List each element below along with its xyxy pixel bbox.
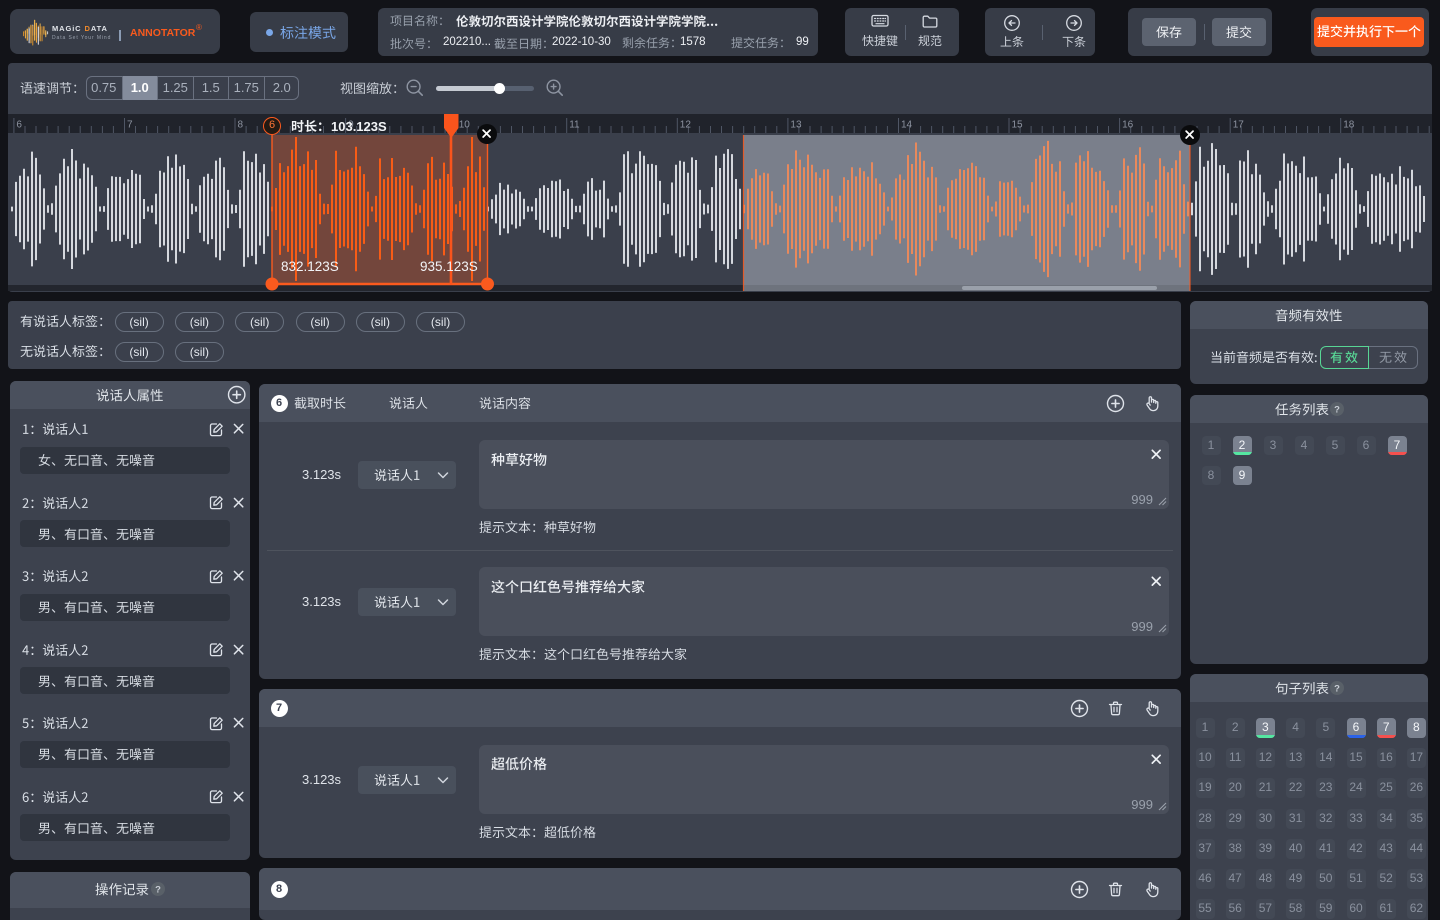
svg-text:8: 8 (238, 120, 244, 131)
svg-text:?: ? (1334, 405, 1340, 416)
svg-text:?: ? (155, 885, 161, 896)
svg-text:?: ? (1334, 684, 1340, 695)
svg-text:11: 11 (569, 120, 580, 131)
svg-text:6: 6 (16, 120, 22, 131)
svg-text:15: 15 (1012, 120, 1024, 131)
svg-text:12: 12 (680, 120, 692, 131)
svg-text:16: 16 (1122, 120, 1134, 131)
svg-text:7: 7 (127, 120, 133, 131)
svg-text:10: 10 (459, 120, 471, 131)
svg-text:17: 17 (1233, 120, 1245, 131)
svg-text:18: 18 (1343, 120, 1355, 131)
svg-text:13: 13 (790, 120, 802, 131)
svg-text:14: 14 (901, 120, 913, 131)
